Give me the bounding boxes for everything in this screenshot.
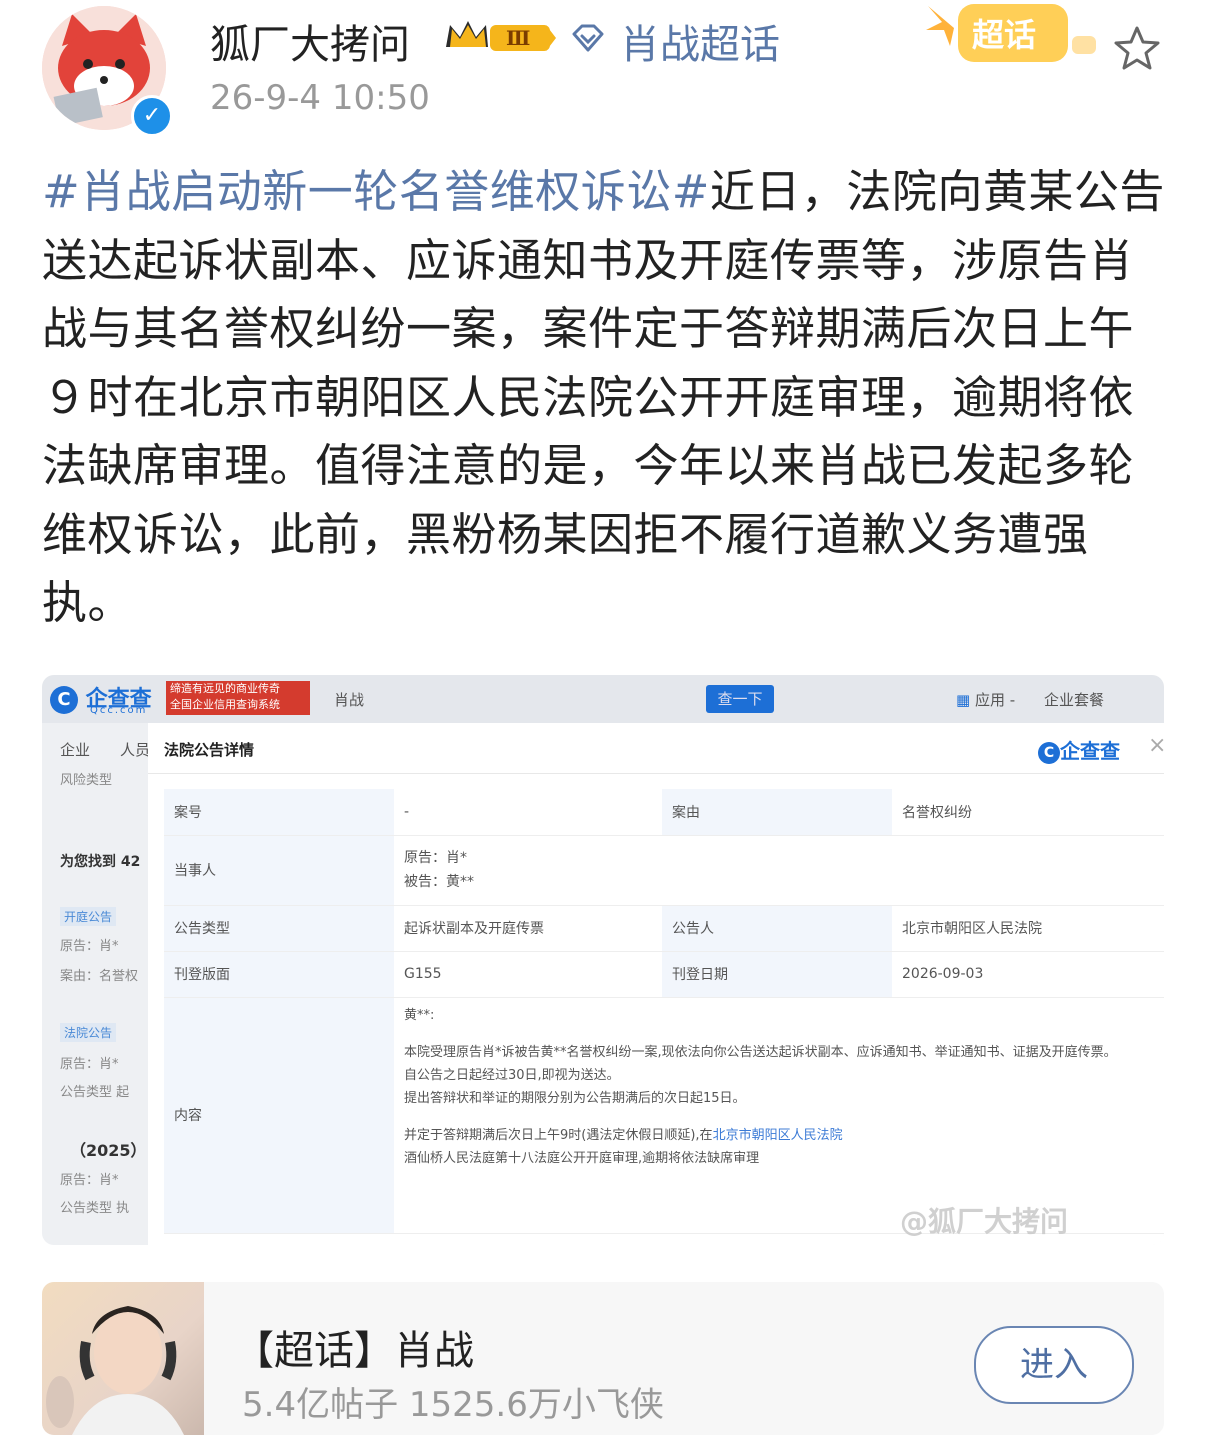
content-paragraph: 酒仙桥人民法庭第十八法庭公开开庭审理,逾期将依法缺席审理 [404, 1150, 760, 1166]
modal-title: 法院公告详情 [164, 741, 255, 759]
content-paragraph: 提出答辩状和举证的期限分别为公告期满后的次日起15日。 [404, 1090, 746, 1106]
qcc-risk-type: 风险类型 [60, 773, 113, 788]
qcc-package-menu: 企业套餐 [1044, 691, 1105, 709]
qcc-item-line: 公告类型 执 [60, 1201, 130, 1216]
table-value: 北京市朝阳区人民法院 [892, 905, 1164, 952]
table-row: 内容 黄**: 本院受理原告肖*诉被告黄**名誉权纠纷一案,现依法向你公告送达起… [164, 997, 1164, 1234]
qcc-item-tag: 法院公告 [60, 1023, 117, 1042]
table-row: 当事人 原告：肖* 被告：黄** [164, 835, 1164, 906]
topic-link[interactable]: 肖战超话 [620, 12, 780, 70]
table-label: 刊登日期 [662, 951, 892, 998]
table-value: 名誉权纠纷 [892, 789, 1164, 836]
qcc-item-line: 原告：肖* [60, 939, 119, 954]
qcc-logo-icon: C [1038, 741, 1060, 764]
portrait-image [46, 1306, 184, 1435]
embedded-screenshot[interactable]: C 企查查 Qcc.com 缔造有远见的商业传奇 全国企业信用查询系统 肖战 查… [42, 675, 1164, 1245]
verified-badge-icon: ✓ [131, 95, 173, 137]
table-row: 案号 - 案由 名誉权纠纷 [164, 789, 1164, 836]
table-label: 案号 [164, 789, 394, 836]
grid-icon: ▦ [956, 691, 971, 709]
post-text: #肖战启动新一轮名誉维权诉讼#近日，法院向黄某公告送达起诉状副本、应诉通知书及开… [42, 158, 1166, 638]
diamond-icon [572, 24, 604, 52]
vip-crown-icon: Ⅲ [446, 21, 556, 51]
modal-logo: C 企查查 [1038, 735, 1120, 764]
court-link: 北京市朝阳区人民法院 [712, 1127, 843, 1143]
qcc-item-title: （2025） [70, 1141, 147, 1160]
qcc-left-panel: 企业 人员 风险类型 为您找到 42 开庭公告 原告：肖* 案由：名誉权 法院公… [42, 723, 151, 1245]
table-row: 公告类型 起诉状副本及开庭传票 公告人 北京市朝阳区人民法院 [164, 905, 1164, 952]
table-value: 起诉状副本及开庭传票 [394, 905, 662, 952]
qcc-top-bar: C 企查查 Qcc.com 缔造有远见的商业传奇 全国企业信用查询系统 肖战 查… [42, 675, 1164, 723]
hashtag-link[interactable]: #肖战启动新一轮名誉维权诉讼# [42, 165, 710, 218]
table-label: 刊登版面 [164, 951, 394, 998]
qcc-app-menu: ▦ 应用 - [956, 691, 1016, 709]
defendant: 被告：黄** [404, 874, 474, 890]
post-time: 26-9-4 10:50 [210, 78, 430, 118]
table-label: 案由 [662, 789, 892, 836]
notice-content: 黄**: 本院受理原告肖*诉被告黄**名誉权纠纷一案,现依法向你公告送达起诉状副… [394, 997, 1164, 1234]
qcc-tab-company: 企业 [60, 741, 91, 759]
post-body: 近日，法院向黄某公告送达起诉状副本、应诉通知书及开庭传票等，涉原告肖战与其名誉权… [42, 165, 1165, 629]
supertopic-stats: 5.4亿帖子 1525.6万小飞侠 [242, 1385, 664, 1425]
content-paragraph: 自公告之日起经过30日,即视为送达。 [404, 1067, 620, 1083]
divider [148, 773, 1164, 774]
qcc-banner: 缔造有远见的商业传奇 全国企业信用查询系统 [166, 681, 310, 715]
content-paragraph: 并定于答辩期满后次日上午9时(遇法定休假日顺延),在北京市朝阳区人民法院 [404, 1127, 843, 1143]
plaintiff: 原告：肖* [404, 850, 467, 866]
close-icon: × [1148, 733, 1164, 758]
qcc-result-count: 为您找到 42 [60, 854, 141, 870]
qcc-logo-sub: Qcc.com [90, 705, 148, 716]
notice-detail-table: 案号 - 案由 名誉权纠纷 当事人 原告：肖* 被告：黄** 公告类型 起诉状副… [164, 789, 1164, 1234]
weibo-watermark: @狐厂大拷问 [900, 1205, 1069, 1238]
content-salutation: 黄**: [404, 1007, 435, 1023]
supertopic-badge-label: 超话 [972, 16, 1036, 54]
table-value: - [394, 789, 662, 836]
table-value: 原告：肖* 被告：黄** [394, 835, 1164, 906]
table-value: G155 [394, 951, 662, 998]
table-value: 2026-09-03 [892, 951, 1164, 998]
star-favorite-icon[interactable] [1112, 24, 1162, 74]
qcc-item-line: 原告：肖* [60, 1173, 119, 1188]
qcc-item-line: 案由：名誉权 [60, 969, 139, 984]
level-badge: Ⅲ [506, 26, 530, 50]
qcc-item-tag: 开庭公告 [60, 907, 117, 926]
user-name[interactable]: 狐厂大拷问 [210, 12, 410, 70]
qcc-logo-icon: C [50, 686, 78, 714]
supertopic-title: 【超话】肖战 [234, 1328, 474, 1374]
table-label: 内容 [164, 997, 394, 1234]
qcc-item-line: 原告：肖* [60, 1057, 119, 1072]
supertopic-card[interactable]: 【超话】肖战 5.4亿帖子 1525.6万小飞侠 进入 [42, 1282, 1164, 1435]
qcc-search-button: 查一下 [706, 685, 774, 713]
qcc-tab-person: 人员 [120, 741, 151, 759]
table-label: 公告类型 [164, 905, 394, 952]
supertopic-badge-icon[interactable]: 超话 [922, 0, 1102, 70]
content-paragraph: 本院受理原告肖*诉被告黄**名誉权纠纷一案,现依法向你公告送达起诉状副本、应诉通… [404, 1044, 1117, 1060]
qcc-item-line: 公告类型 起 [60, 1085, 130, 1100]
enter-button[interactable]: 进入 [974, 1326, 1134, 1404]
supertopic-thumbnail [42, 1282, 204, 1435]
table-label: 当事人 [164, 835, 394, 906]
court-notice-modal: 法院公告详情 C 企查查 × 案号 - 案由 名誉权纠纷 当事人 原告：肖* 被告… [148, 723, 1164, 1245]
qcc-search-term: 肖战 [334, 691, 365, 709]
table-label: 公告人 [662, 905, 892, 952]
table-row: 刊登版面 G155 刊登日期 2026-09-03 [164, 951, 1164, 998]
